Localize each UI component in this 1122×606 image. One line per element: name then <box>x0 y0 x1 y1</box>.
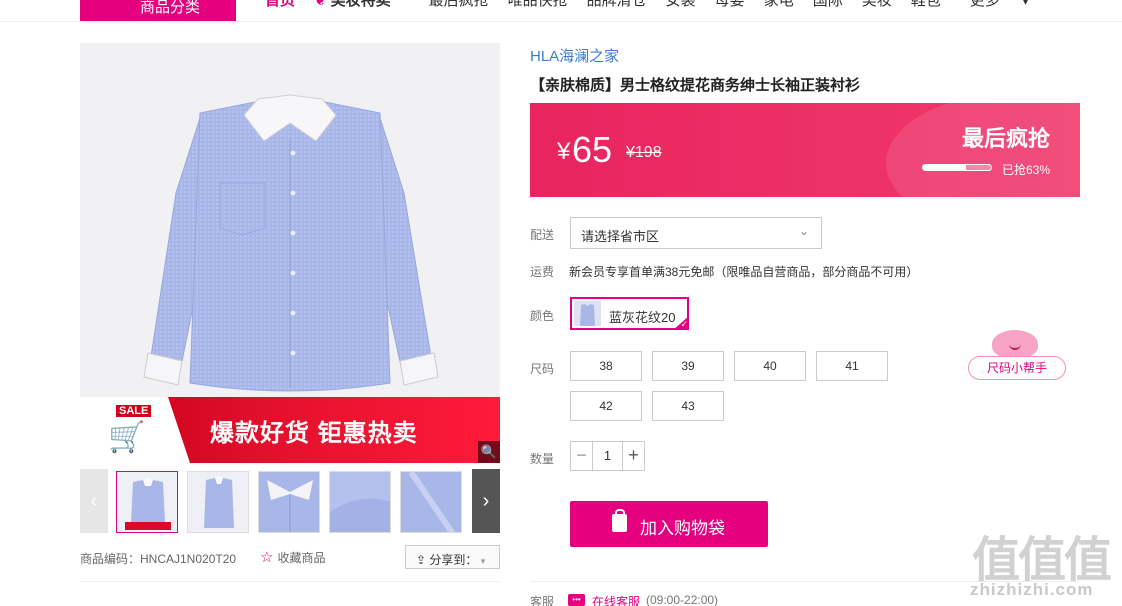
shopping-bag-icon <box>612 509 627 532</box>
nav-item-beauty-sale-label: 美妆特卖 <box>330 0 391 9</box>
thumbnail-4[interactable] <box>329 471 391 533</box>
heart-icon: ❦ <box>314 0 327 9</box>
quantity-increase-button[interactable]: + <box>622 442 644 470</box>
nav-item-home[interactable]: 首页 <box>265 0 295 10</box>
thumbnail-image <box>204 476 234 528</box>
product-code: 商品编码：HNCAJ1N020T20 <box>80 552 237 566</box>
banner-slogan: 爆款好货 钜惠热卖 <box>210 420 418 447</box>
thumbnail-image <box>125 478 171 530</box>
add-to-cart-label: 加入购物袋 <box>640 519 725 538</box>
price-band: ¥ 65 ¥198 最后疯抢 已抢63% <box>530 103 1080 197</box>
cart-icon: 🛒 <box>108 421 146 454</box>
nav-item-women[interactable]: 女装 <box>666 0 696 10</box>
delivery-label: 配送 <box>530 228 555 242</box>
service-label: 客服 <box>530 595 555 606</box>
sold-progress-fill <box>923 165 966 170</box>
color-swatch-image <box>580 304 595 326</box>
color-swatch <box>574 301 601 326</box>
nav-item-last-rush[interactable]: 最后疯抢 <box>429 0 489 10</box>
shipping-info: 新会员专享首单满38元免邮（限唯品自营商品，部分商品不可用） <box>569 265 919 279</box>
thumbnail-image <box>330 472 390 532</box>
product-meta-row: 商品编码：HNCAJ1N020T20 ☆ 收藏商品 ⇪ 分享到： ▾ <box>80 545 500 569</box>
nav-item-baby[interactable]: 母婴 <box>715 0 745 10</box>
nav-item-clearance[interactable]: 品牌清仓 <box>587 0 647 10</box>
nav-item-beauty-sale[interactable]: ❦ 美妆特卖 <box>314 0 410 10</box>
thumbnail-5[interactable] <box>400 471 462 533</box>
sale-badge: SALE <box>116 405 152 417</box>
size-option-38[interactable]: 38 <box>570 351 642 381</box>
thumbnail-prev-button[interactable]: ‹ <box>80 469 108 533</box>
online-service-link[interactable]: 在线客服 <box>592 593 640 606</box>
nav-item-appliance[interactable]: 家电 <box>764 0 794 10</box>
product-title: 【亲肤棉质】男士格纹提花商务绅士长袖正装衬衫 <box>530 77 861 94</box>
quantity-stepper: − 1 + <box>570 441 645 471</box>
thumbnail-2[interactable] <box>187 471 249 533</box>
thumbnail-1[interactable] <box>116 471 178 533</box>
sold-percent-text: 已抢63% <box>1002 163 1051 177</box>
size-option-42[interactable]: 42 <box>570 391 642 421</box>
size-option-41[interactable]: 41 <box>816 351 888 381</box>
favorite-label: 收藏商品 <box>277 551 326 565</box>
current-price: 65 <box>572 129 613 170</box>
sale-banner: SALE 🛒 爆款好货 钜惠热卖 <box>80 397 500 463</box>
color-label: 颜色 <box>530 309 555 323</box>
size-option-39[interactable]: 39 <box>652 351 724 381</box>
zoom-icon[interactable]: 🔍 <box>478 441 500 463</box>
category-menu-label: 商品分类 <box>140 0 201 16</box>
watermark-url: zhizhizhi.com <box>970 580 1094 599</box>
watermark: 值值值 zhizhizhi.com <box>970 520 1120 600</box>
thumbnail-image <box>401 472 461 532</box>
category-menu-button[interactable]: 商品分类 <box>80 0 236 21</box>
share-label: 分享到： <box>429 553 478 567</box>
size-label: 尺码 <box>530 362 555 376</box>
chevron-down-icon: ▾ <box>480 556 486 566</box>
service-hours: (09:00-22:00) <box>646 593 719 606</box>
size-option-40[interactable]: 40 <box>734 351 806 381</box>
customer-service-row: 客服 ••• 在线客服 (09:00-22:00) <box>530 593 930 606</box>
share-dropdown[interactable]: ⇪ 分享到： ▾ <box>405 545 500 569</box>
nav-links: 首页 ❦ 美妆特卖 最后疯抢 唯品快抢 品牌清仓 女装 母婴 家电 国际 美妆 鞋… <box>265 0 1066 10</box>
thumbnail-3[interactable] <box>258 471 320 533</box>
thumbnail-next-button[interactable]: › <box>472 469 500 533</box>
chevron-down-icon: ▾ <box>1022 0 1028 8</box>
thumbnail-image <box>259 472 319 532</box>
quantity-input[interactable]: 1 <box>593 442 622 470</box>
quantity-label: 数量 <box>530 452 555 466</box>
nav-item-more[interactable]: 更多 ▾ <box>970 0 1047 10</box>
top-nav: 商品分类 首页 ❦ 美妆特卖 最后疯抢 唯品快抢 品牌清仓 女装 母婴 家电 国际… <box>0 0 1122 22</box>
product-page: 商品分类 首页 ❦ 美妆特卖 最后疯抢 唯品快抢 品牌清仓 女装 母婴 家电 国际… <box>0 0 1122 606</box>
nav-item-more-label: 更多 <box>969 0 1000 9</box>
star-icon: ☆ <box>260 549 274 566</box>
divider <box>80 581 500 582</box>
product-main-image[interactable]: SALE 🛒 爆款好货 钜惠热卖 🔍 <box>80 43 500 463</box>
favorite-button[interactable]: ☆ 收藏商品 <box>260 548 325 566</box>
nav-item-shoes-bags[interactable]: 鞋包 <box>911 0 941 10</box>
size-helper-button[interactable]: 尺码小帮手 <box>968 330 1066 382</box>
color-option-selected[interactable]: 蓝灰花纹20 ✓ <box>570 297 689 330</box>
shipping-label: 运费 <box>530 265 555 279</box>
nav-item-flash[interactable]: 唯品快抢 <box>508 0 568 10</box>
brand-link[interactable]: HLA海澜之家 <box>530 45 619 66</box>
color-option-label: 蓝灰花纹20 <box>609 310 676 325</box>
original-price: ¥198 <box>626 144 662 161</box>
region-select[interactable]: 请选择省市区 ⌄ <box>570 217 822 249</box>
nav-item-beauty[interactable]: 美妆 <box>862 0 892 10</box>
size-option-43[interactable]: 43 <box>652 391 724 421</box>
share-icon: ⇪ <box>416 553 427 567</box>
shirt-image <box>143 94 439 392</box>
flash-sale-label: 最后疯抢 <box>961 126 1050 151</box>
region-select-value: 请选择省市区 <box>581 229 660 244</box>
sold-progress-bar <box>922 164 992 171</box>
mascot-icon <box>992 330 1038 358</box>
thumbnail-strip: ‹ › <box>80 469 500 533</box>
currency-symbol: ¥ <box>557 138 571 165</box>
nav-item-international[interactable]: 国际 <box>813 0 843 10</box>
chat-icon: ••• <box>568 594 585 606</box>
add-to-cart-button[interactable]: 加入购物袋 <box>570 501 768 547</box>
size-helper-label: 尺码小帮手 <box>968 356 1066 380</box>
chevron-down-icon: ⌄ <box>798 224 809 238</box>
quantity-decrease-button[interactable]: − <box>571 442 593 470</box>
